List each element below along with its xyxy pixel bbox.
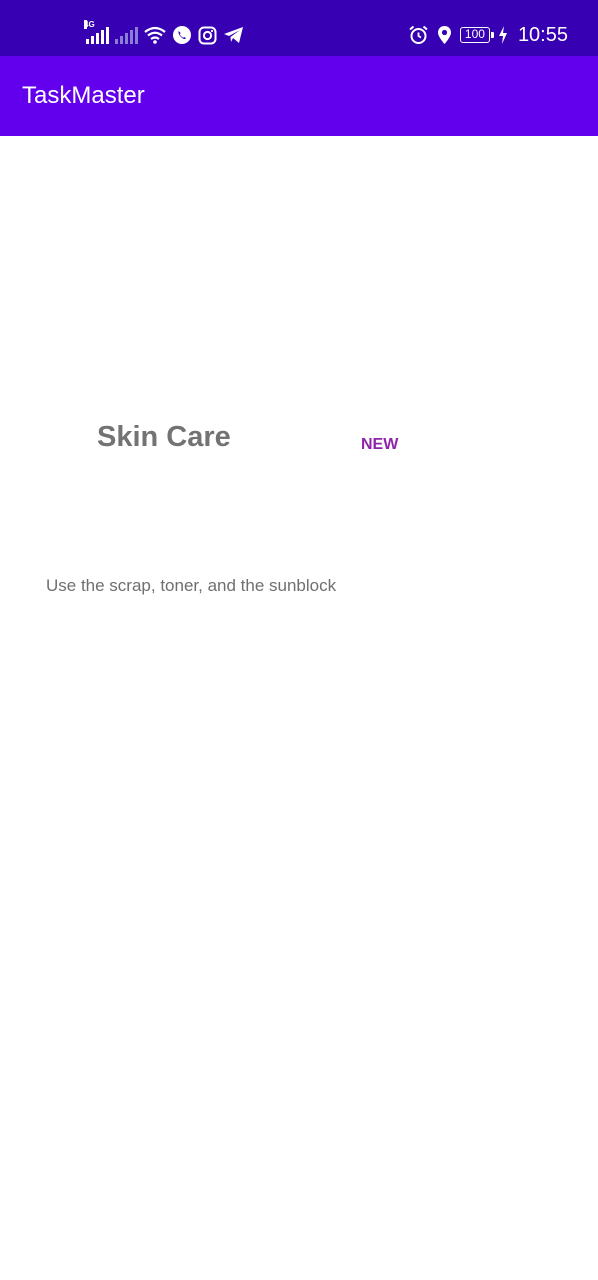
task-status-badge: NEW — [361, 436, 399, 453]
status-bar-left: 4G — [84, 20, 244, 50]
network-type-label: 4G — [84, 20, 95, 29]
location-icon — [437, 26, 451, 44]
alarm-icon — [409, 25, 428, 44]
battery-icon: 100 — [459, 27, 494, 43]
wifi-icon — [144, 26, 166, 44]
app-title: TaskMaster — [22, 82, 145, 109]
status-bar-right: 100 10:55 — [408, 20, 568, 50]
status-bar: 4G 100 10:55 — [0, 0, 598, 56]
task-description: Use the scrap, toner, and the sunblock — [46, 576, 337, 595]
whatsapp-icon — [173, 26, 191, 44]
signal-4g-icon: 4G — [84, 20, 109, 44]
instagram-icon — [198, 26, 217, 44]
app-bar: TaskMaster — [0, 56, 598, 136]
clock: 10:55 — [517, 23, 568, 46]
charging-icon — [498, 26, 507, 44]
signal-no-sim-icon — [115, 26, 138, 44]
task-title: Skin Care — [97, 421, 231, 453]
telegram-icon — [224, 27, 243, 43]
